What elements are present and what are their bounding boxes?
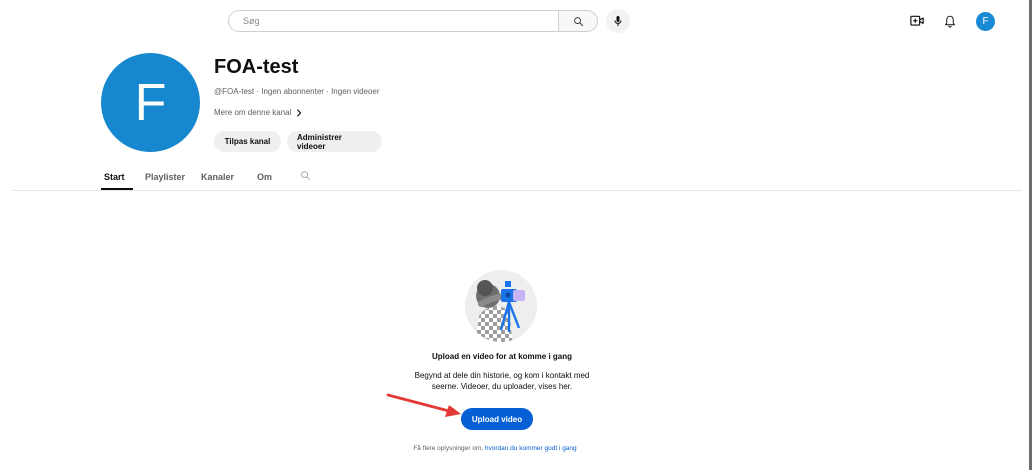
- search-box[interactable]: [228, 10, 558, 32]
- empty-state-description: Begynd at dele din historie, og kom i ko…: [382, 370, 622, 392]
- getting-started-link[interactable]: hvordan du kommer godt i gang: [485, 445, 577, 452]
- voice-search-button[interactable]: [606, 9, 630, 33]
- upload-video-button[interactable]: Upload video: [461, 408, 533, 430]
- chevron-right-icon: [297, 108, 302, 117]
- manage-videos-label: Administrer videoer: [297, 132, 342, 151]
- customize-channel-button[interactable]: Tilpas kanal: [214, 131, 281, 152]
- getting-started-note: Få flere oplysninger om, hvordan du komm…: [0, 445, 990, 452]
- microphone-icon: [614, 16, 622, 26]
- bell-icon: [945, 15, 955, 28]
- camera-person-illustration: [465, 270, 537, 342]
- channel-avatar: F: [101, 53, 200, 152]
- empty-state-title: Upload en video for at komme i gang: [431, 352, 573, 361]
- search-icon: [573, 16, 583, 26]
- tab-start[interactable]: Start: [104, 172, 125, 182]
- create-video-icon: [910, 15, 924, 26]
- channel-meta: @FOA-test · Ingen abonnenter · Ingen vid…: [214, 87, 380, 96]
- create-button[interactable]: [908, 12, 926, 30]
- empty-state-description-line2: seerne. Videoer, du uploader, vises her.: [431, 382, 573, 391]
- search-icon: [301, 171, 310, 180]
- channel-name: FOA-test: [214, 56, 299, 78]
- notifications-button[interactable]: [941, 12, 959, 30]
- red-arrow-annotation: [386, 393, 461, 417]
- account-avatar[interactable]: F: [976, 12, 995, 31]
- empty-state-description-line1: Begynd at dele din historie, og kom i ko…: [414, 371, 590, 380]
- search-button[interactable]: [558, 10, 598, 32]
- manage-videos-button[interactable]: Administrer videoer: [287, 131, 382, 152]
- tab-playlists[interactable]: Playlister: [145, 172, 185, 182]
- tab-about[interactable]: Om: [257, 172, 272, 182]
- tab-search[interactable]: [300, 170, 311, 183]
- customize-channel-label: Tilpas kanal: [224, 137, 271, 146]
- tabs-divider: [12, 190, 1022, 191]
- getting-started-prefix: Få flere oplysninger om,: [413, 445, 484, 452]
- more-about-channel-link[interactable]: Mere om denne kanal: [214, 108, 303, 117]
- tab-channels[interactable]: Kanaler: [201, 172, 234, 182]
- more-about-channel-label: Mere om denne kanal: [214, 108, 292, 117]
- search-input[interactable]: [229, 16, 558, 26]
